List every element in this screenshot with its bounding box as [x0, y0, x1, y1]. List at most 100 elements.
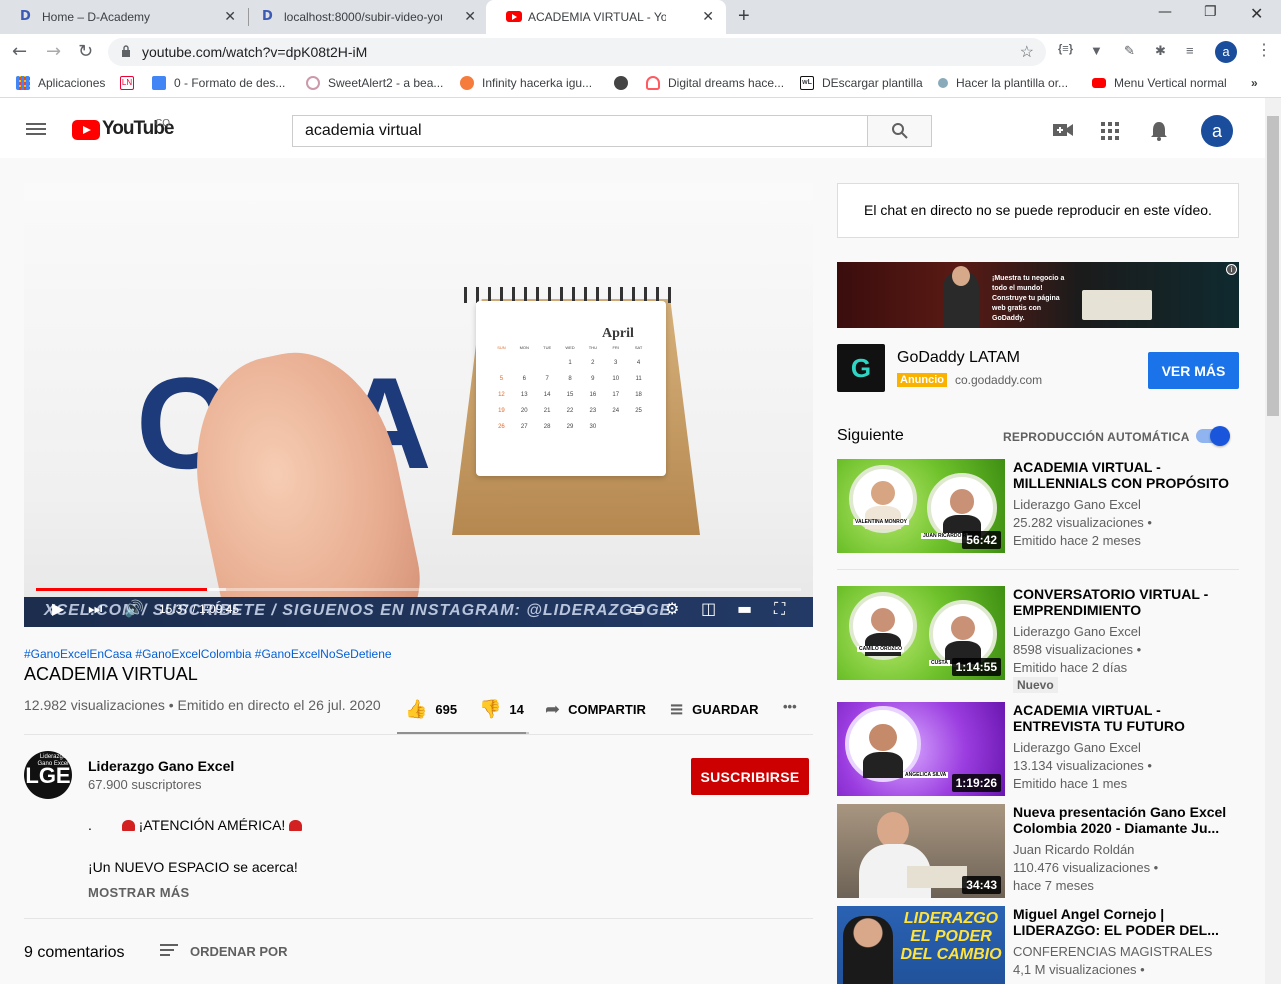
ad-info-icon[interactable]: i	[1226, 264, 1237, 275]
media-control-icon[interactable]: ≡	[1186, 43, 1194, 58]
channel-name[interactable]: Liderazgo Gano Excel	[88, 758, 234, 774]
bookmark-formato[interactable]: 0 - Formato de des...	[152, 76, 285, 90]
bookmark-apps[interactable]: Aplicaciones	[16, 76, 105, 90]
new-tab-button[interactable]: +	[738, 5, 750, 28]
share-button[interactable]: ➦ COMPARTIR	[545, 699, 646, 720]
bookmark-descargar[interactable]: wL DEscargar plantilla	[800, 76, 923, 90]
address-bar[interactable]: youtube.com/watch?v=dpK08t2H-iM ☆	[108, 38, 1046, 66]
autoplay-toggle[interactable]	[1196, 426, 1230, 446]
close-window-button[interactable]: ✕	[1250, 4, 1263, 23]
fullscreen-icon[interactable]: ⛶	[774, 599, 785, 619]
settings-gear-icon[interactable]: ⚙	[665, 599, 679, 618]
youtube-logo-icon[interactable]	[72, 120, 100, 140]
youtube-icon	[506, 11, 522, 22]
volume-icon[interactable]: 🔊	[124, 599, 144, 618]
ad-banner[interactable]: ¡Muestra tu negocio a todo el mundo! Con…	[837, 262, 1239, 328]
bookmark-digital-dreams[interactable]: Digital dreams hace...	[646, 76, 784, 90]
play-icon[interactable]: ▶	[52, 599, 64, 618]
restore-button[interactable]: ❐	[1204, 4, 1217, 20]
calendar-month: April	[602, 326, 634, 341]
ad-cta-button[interactable]: VER MÁS	[1148, 352, 1239, 389]
recommended-video[interactable]: CAMILO OROZCO CUSTA 1:14:55 CONVERSATORI…	[837, 586, 1239, 693]
video-channel[interactable]: CONFERENCIAS MAGISTRALES	[1013, 944, 1212, 959]
search-box[interactable]	[292, 115, 868, 147]
browser-tab-1[interactable]: D Home – D-Academy ✕	[0, 0, 248, 34]
bookmark-globe[interactable]	[614, 76, 636, 90]
bookmark-menu-vertical[interactable]: Menu Vertical normal	[1092, 76, 1227, 90]
video-thumbnail[interactable]: ANGELICA SILVA 1:19:26	[837, 702, 1005, 796]
search-button[interactable]	[867, 115, 932, 147]
next-icon[interactable]: ⏭	[88, 599, 102, 619]
bookmark-star-icon[interactable]: ☆	[1020, 42, 1034, 62]
progress-played[interactable]	[36, 588, 208, 591]
extensions-puzzle-icon[interactable]: ✱	[1155, 43, 1166, 59]
video-title[interactable]: ACADEMIA VIRTUAL - MILLENNIALS CON PROPÓ…	[1013, 459, 1233, 491]
like-button[interactable]: 👍 695	[405, 699, 457, 720]
more-bookmarks-button[interactable]: »	[1251, 76, 1258, 90]
show-more-button[interactable]: MOSTRAR MÁS	[88, 885, 190, 900]
recommended-video[interactable]: 34:43 Nueva presentación Gano Excel Colo…	[837, 804, 1239, 898]
video-hashtags[interactable]: #GanoExcelEnCasa #GanoExcelColombia #Gan…	[24, 647, 392, 661]
colorpick-extension-icon[interactable]: ✎	[1124, 43, 1135, 59]
profile-avatar[interactable]: a	[1215, 41, 1237, 63]
miniplayer-icon[interactable]: ◫	[701, 599, 716, 618]
video-title[interactable]: Nueva presentación Gano Excel Colombia 2…	[1013, 804, 1233, 836]
recommended-video[interactable]: ANGELICA SILVA 1:19:26 ACADEMIA VIRTUAL …	[837, 702, 1239, 796]
browser-menu-icon[interactable]: ⋮	[1256, 40, 1272, 60]
minimize-button[interactable]: —	[1158, 4, 1172, 20]
forward-button[interactable]: →	[46, 41, 61, 62]
apps-grid-icon	[16, 76, 30, 90]
bookmark-ln[interactable]: LN	[120, 76, 142, 90]
vuetify-extension-icon[interactable]: ▼	[1090, 43, 1103, 58]
video-thumbnail[interactable]: CAMILO OROZCO CUSTA 1:14:55	[837, 586, 1005, 680]
video-channel[interactable]: Liderazgo Gano Excel	[1013, 740, 1141, 755]
channel-avatar[interactable]: Liderazgo Gano Excel LGE	[24, 751, 72, 799]
recommended-video[interactable]: VALENTINA MONROY JUAN RICARDO R 56:42 AC…	[837, 459, 1239, 553]
browser-tab-2[interactable]: D localhost:8000/subir-video-youtu ✕	[242, 0, 488, 34]
calendar-day: 25	[635, 408, 642, 414]
video-title[interactable]: CONVERSATORIO VIRTUAL - EMPRENDIMIENTO	[1013, 586, 1233, 618]
close-tab-icon[interactable]: ✕	[702, 8, 714, 25]
video-title[interactable]: ACADEMIA VIRTUAL - ENTREVISTA TU FUTURO	[1013, 702, 1233, 734]
page-scrollbar[interactable]	[1265, 98, 1281, 984]
like-count: 695	[435, 702, 458, 717]
close-tab-icon[interactable]: ✕	[464, 8, 476, 25]
theater-mode-icon[interactable]: ▬	[737, 599, 752, 618]
recommended-video[interactable]: LIDERAZGO EL PODER DEL CAMBIO Miguel Ang…	[837, 906, 1239, 984]
bookmark-label: SweetAlert2 - a bea...	[328, 76, 444, 90]
video-title[interactable]: Miguel Angel Cornejo | LIDERAZGO: EL POD…	[1013, 906, 1233, 938]
ad-advertiser-name[interactable]: GoDaddy LATAM	[897, 349, 1020, 367]
menu-icon[interactable]	[26, 123, 46, 135]
close-tab-icon[interactable]: ✕	[224, 8, 236, 25]
video-thumbnail[interactable]: 34:43	[837, 804, 1005, 898]
bookmark-hacer-plantilla[interactable]: Hacer la plantilla or...	[938, 76, 1068, 90]
godaddy-logo-icon[interactable]: G	[837, 344, 885, 392]
apps-grid-icon[interactable]	[1101, 122, 1119, 140]
dislike-button[interactable]: 👎 14	[479, 699, 524, 720]
video-channel[interactable]: Liderazgo Gano Excel	[1013, 624, 1141, 639]
comments-count: 9 comentarios	[24, 944, 125, 961]
ad-website-thumbnails	[1082, 290, 1152, 320]
search-input[interactable]	[293, 116, 867, 146]
save-button[interactable]: ≡ GUARDAR	[669, 699, 759, 720]
create-video-icon[interactable]	[1053, 123, 1073, 137]
video-thumbnail[interactable]: LIDERAZGO EL PODER DEL CAMBIO	[837, 906, 1005, 984]
more-actions-button[interactable]: •••	[783, 699, 797, 714]
reload-button[interactable]: ↻	[78, 41, 93, 62]
notifications-bell-icon[interactable]	[1150, 120, 1168, 142]
sort-comments-button[interactable]: ORDENAR POR	[160, 944, 288, 959]
video-channel[interactable]: Liderazgo Gano Excel	[1013, 497, 1141, 512]
json-extension-icon[interactable]: {≡}	[1058, 43, 1073, 55]
browser-tab-active[interactable]: ACADEMIA VIRTUAL - YouTube ✕	[486, 0, 726, 34]
scrollbar-thumb[interactable]	[1267, 116, 1279, 416]
calendar-day: SAT	[634, 345, 643, 350]
video-player[interactable]: C TA April SUNMONTUEWEDTHUFRISAT12345678…	[24, 183, 813, 627]
back-button[interactable]: ←	[12, 41, 27, 62]
video-thumbnail[interactable]: VALENTINA MONROY JUAN RICARDO R 56:42	[837, 459, 1005, 553]
account-avatar[interactable]: a	[1201, 115, 1233, 147]
subscribe-button[interactable]: SUSCRIBIRSE	[691, 758, 809, 795]
bookmark-infinity[interactable]: Infinity hacerka igu...	[460, 76, 592, 90]
bookmark-sweetalert[interactable]: SweetAlert2 - a bea...	[306, 76, 443, 90]
video-channel[interactable]: Juan Ricardo Roldán	[1013, 842, 1134, 857]
subtitles-icon[interactable]: ▭	[629, 599, 644, 618]
